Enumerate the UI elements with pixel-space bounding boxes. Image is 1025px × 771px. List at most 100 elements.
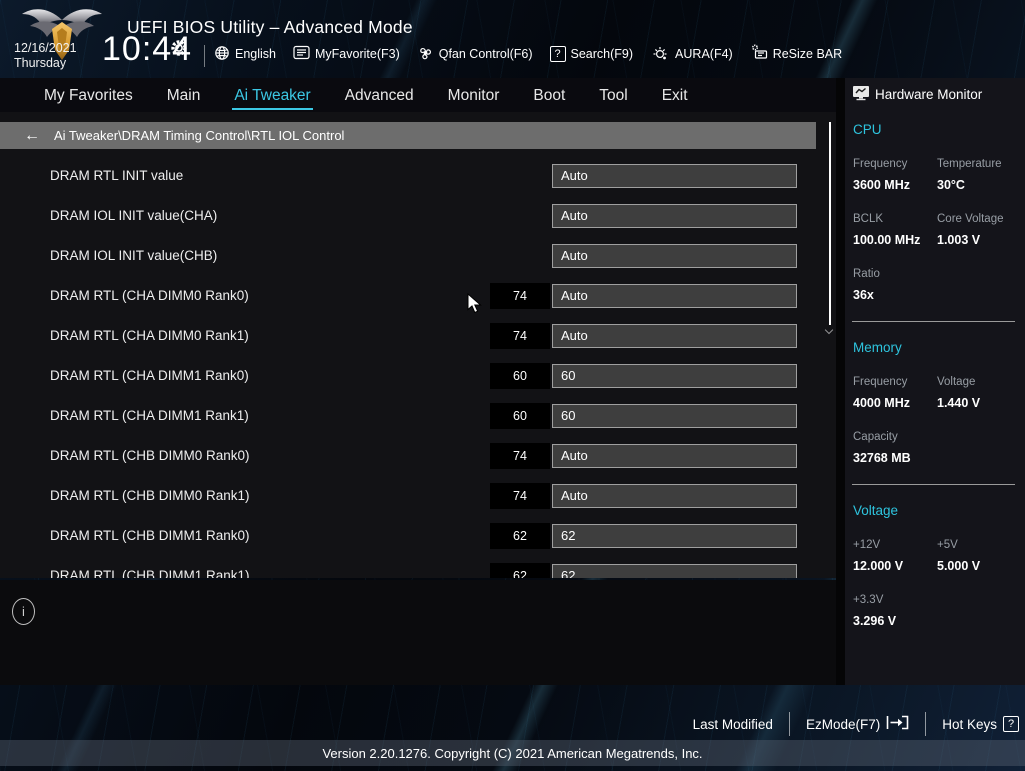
ezmode-button[interactable]: EzMode(F7) <box>806 715 909 733</box>
tab-my-favorites[interactable]: My Favorites <box>42 81 135 110</box>
monitor-icon <box>852 85 870 104</box>
footer-divider <box>788 712 790 736</box>
value-select[interactable]: 60 <box>552 364 797 388</box>
hot-keys-label: Hot Keys <box>942 716 997 732</box>
bios-screen: UEFI BIOS Utility – Advanced Mode 12/16/… <box>0 0 1025 771</box>
date-display: 12/16/2021 Thursday <box>14 41 77 71</box>
language-label: English <box>235 47 276 61</box>
tab-advanced[interactable]: Advanced <box>343 81 416 110</box>
last-modified-button[interactable]: Last Modified <box>693 717 773 732</box>
globe-icon <box>214 45 230 64</box>
memory-frequency-value: 4000 MHz <box>853 396 910 410</box>
hot-keys-button[interactable]: Hot Keys ? <box>942 716 1019 732</box>
setting-row: DRAM RTL (CHA DIMM0 Rank0) 74 Auto <box>0 283 836 309</box>
nav-tab-bar: My Favorites Main Ai Tweaker Advanced Mo… <box>0 78 836 112</box>
search-label: Search(F9) <box>570 47 634 61</box>
qfan-control-label: Qfan Control(F6) <box>438 47 533 61</box>
tab-tool[interactable]: Tool <box>597 81 629 110</box>
qfan-control-button[interactable]: Qfan Control(F6) <box>417 45 533 64</box>
current-value-box: 62 <box>490 523 550 549</box>
aura-label: AURA(F4) <box>675 47 733 61</box>
p12v-value: 12.000 V <box>853 559 904 573</box>
value-select[interactable]: Auto <box>552 164 797 188</box>
setting-row: DRAM RTL (CHA DIMM1 Rank1) 60 60 <box>0 403 836 429</box>
time-settings-gear-icon[interactable] <box>170 39 188 62</box>
tab-ai-tweaker[interactable]: Ai Tweaker <box>232 81 313 110</box>
setting-row: DRAM RTL (CHB DIMM1 Rank0) 62 62 <box>0 523 836 549</box>
setting-label: DRAM RTL (CHA DIMM0 Rank0) <box>50 288 249 303</box>
info-circle-icon: i <box>12 598 35 625</box>
setting-row: DRAM RTL (CHB DIMM0 Rank1) 74 Auto <box>0 483 836 509</box>
version-bar: Version 2.20.1276. Copyright (C) 2021 Am… <box>0 740 1025 766</box>
help-question-icon: ? <box>1003 716 1019 732</box>
setting-row: DRAM IOL INIT value(CHB) Auto <box>0 243 836 269</box>
value-select[interactable]: 60 <box>552 404 797 428</box>
cpu-frequency-value: 3600 MHz <box>853 178 910 192</box>
p5v-value: 5.000 V <box>937 559 981 573</box>
capacity-label: Capacity <box>853 431 898 443</box>
resize-bar-button[interactable]: ReSize BAR <box>750 44 842 64</box>
scrollbar[interactable] <box>829 122 831 325</box>
setting-label: DRAM RTL (CHB DIMM0 Rank0) <box>50 448 250 463</box>
aura-button[interactable]: AURA(F4) <box>650 45 733 64</box>
setting-label: DRAM IOL INIT value(CHB) <box>50 248 218 263</box>
voltage-section-title: Voltage <box>853 503 899 518</box>
setting-row: DRAM RTL (CHA DIMM0 Rank1) 74 Auto <box>0 323 836 349</box>
search-button[interactable]: ? Search(F9) <box>549 46 634 62</box>
header-toolbar: English MyFavorite(F3) Qfan Control(F6) … <box>214 44 842 64</box>
tab-boot[interactable]: Boot <box>531 81 567 110</box>
setting-label: DRAM IOL INIT value(CHA) <box>50 208 218 223</box>
last-modified-label: Last Modified <box>692 716 773 732</box>
current-value-box: 74 <box>490 323 550 349</box>
footer-divider <box>925 712 927 736</box>
value-select[interactable]: Auto <box>552 444 797 468</box>
myfavorite-label: MyFavorite(F3) <box>315 47 400 61</box>
section-divider <box>852 484 1015 485</box>
fan-icon <box>417 45 434 64</box>
cpu-temperature-label: Temperature <box>937 158 1002 170</box>
capacity-value: 32768 MB <box>853 451 911 465</box>
ratio-label: Ratio <box>853 268 880 280</box>
memory-voltage-value: 1.440 V <box>937 396 981 410</box>
weekday-text: Thursday <box>14 56 67 70</box>
value-select[interactable]: Auto <box>552 484 797 508</box>
current-value-box: 74 <box>490 443 550 469</box>
ezmode-switch-icon <box>886 715 909 733</box>
memory-voltage-label: Voltage <box>937 376 976 388</box>
myfavorite-button[interactable]: MyFavorite(F3) <box>293 45 400 63</box>
setting-label: DRAM RTL (CHA DIMM1 Rank0) <box>50 368 249 383</box>
value-select[interactable]: 62 <box>552 564 797 578</box>
current-value-box: 74 <box>490 483 550 509</box>
value-select[interactable]: 62 <box>552 524 797 548</box>
setting-row: DRAM RTL (CHB DIMM1 Rank1) 62 62 <box>0 563 836 578</box>
memory-section-title: Memory <box>853 340 902 355</box>
core-voltage-label: Core Voltage <box>937 213 1004 225</box>
p3v3-value: 3.296 V <box>853 614 897 628</box>
bclk-value: 100.00 MHz <box>853 233 921 247</box>
hardware-monitor-header: Hardware Monitor <box>852 85 982 104</box>
settings-panel: ← Ai Tweaker\DRAM Timing Control\RTL IOL… <box>0 112 836 578</box>
p3v3-label: +3.3V <box>853 594 884 606</box>
breadcrumb-path: Ai Tweaker\DRAM Timing Control\RTL IOL C… <box>54 128 345 143</box>
value-select[interactable]: Auto <box>552 324 797 348</box>
value-select[interactable]: Auto <box>552 284 797 308</box>
setting-row: DRAM IOL INIT value(CHA) Auto <box>0 203 836 229</box>
version-text: Version 2.20.1276. Copyright (C) 2021 Am… <box>322 745 703 761</box>
current-value-box: 60 <box>490 363 550 389</box>
resize-bar-label: ReSize BAR <box>772 47 843 61</box>
date-text: 12/16/2021 <box>14 41 77 55</box>
value-select[interactable]: Auto <box>552 244 797 268</box>
back-arrow-icon[interactable]: ← <box>24 127 40 144</box>
language-button[interactable]: English <box>214 45 276 64</box>
setting-label: DRAM RTL (CHB DIMM1 Rank0) <box>50 528 250 543</box>
header-divider <box>204 45 205 67</box>
tab-exit[interactable]: Exit <box>660 81 690 110</box>
value-select[interactable]: Auto <box>552 204 797 228</box>
tab-monitor[interactable]: Monitor <box>446 81 502 110</box>
aura-lamp-icon <box>650 45 670 64</box>
ezmode-label: EzMode(F7) <box>805 716 881 732</box>
current-value-box: 60 <box>490 403 550 429</box>
memory-frequency-label: Frequency <box>853 376 908 388</box>
tab-main[interactable]: Main <box>165 81 203 110</box>
setting-label: DRAM RTL (CHA DIMM0 Rank1) <box>50 328 249 343</box>
